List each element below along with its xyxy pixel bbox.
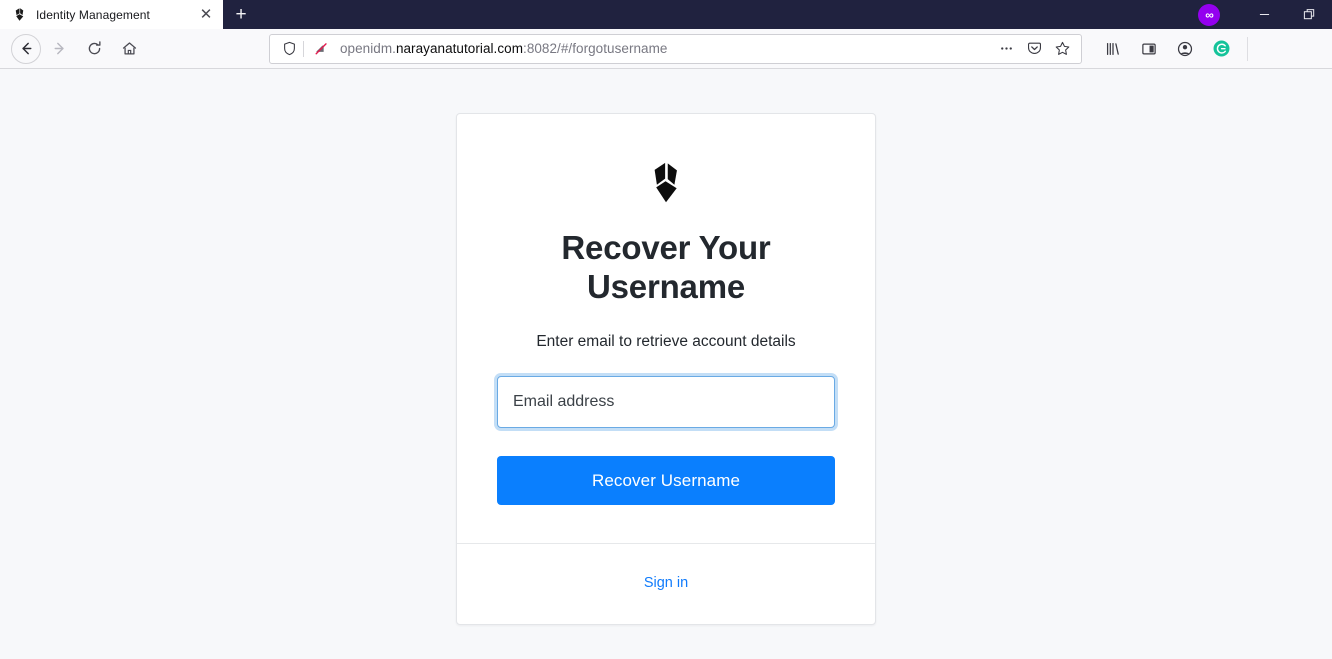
container-mask-icon[interactable]: ∞ [1198,3,1220,26]
address-bar-divider [303,40,304,57]
url-path: :8082/#/forgotusername [523,41,668,56]
permission-blocked-icon[interactable] [311,41,331,57]
forgerock-logo-icon [645,160,687,206]
new-tab-button[interactable]: + [223,0,259,29]
close-icon[interactable]: ✕ [197,6,215,24]
page-subtitle: Enter email to retrieve account details [536,333,796,350]
recover-username-card: Recover Your Username Enter email to ret… [456,113,876,625]
navigation-toolbar: openidm.narayanatutorial.com:8082/#/forg… [0,29,1332,69]
back-arrow-icon[interactable] [11,33,41,64]
url-host-prefix: openidm. [340,41,396,56]
address-bar[interactable]: openidm.narayanatutorial.com:8082/#/forg… [269,33,1082,64]
recover-username-button[interactable]: Recover Username [497,456,835,505]
email-input[interactable] [497,376,835,428]
address-bar-actions [993,36,1075,62]
email-field-wrapper [497,376,835,428]
tab-title: Identity Management [36,7,150,22]
tab-strip-spacer [259,0,1198,29]
reload-icon[interactable] [77,32,111,66]
forgerock-logo-icon [12,7,27,22]
forward-arrow-icon [42,32,76,66]
browser-window: Identity Management ✕ + ∞ openidm.naraya… [0,0,1332,659]
address-bar-url: openidm.narayanatutorial.com:8082/#/forg… [331,41,993,56]
star-icon[interactable] [1049,36,1075,62]
window-controls: ∞ [1198,0,1332,29]
restore-window-icon[interactable] [1287,0,1332,29]
card-footer: Sign in [457,543,875,624]
ellipsis-icon[interactable] [993,36,1019,62]
sign-in-link[interactable]: Sign in [644,575,688,591]
minimize-icon[interactable] [1242,0,1287,29]
library-icon[interactable] [1097,33,1129,65]
home-icon[interactable] [112,32,146,66]
page-title: Recover Your Username [561,229,771,305]
plus-icon: + [235,4,247,25]
page-viewport: Recover Your Username Enter email to ret… [0,69,1332,659]
card-body: Recover Your Username Enter email to ret… [457,114,875,543]
browser-toolbar-right [1091,33,1248,65]
sidebar-icon[interactable] [1133,33,1165,65]
browser-tab-identity-management[interactable]: Identity Management ✕ [0,0,223,29]
tab-strip: Identity Management ✕ + ∞ [0,0,1332,29]
url-host: narayanatutorial.com [395,41,524,56]
container-mask-glyph: ∞ [1205,7,1214,22]
grammarly-icon[interactable] [1205,33,1237,65]
tracking-protection-shield-icon[interactable] [278,41,300,56]
toolbar-edge-divider [1247,36,1248,61]
account-avatar-icon[interactable] [1169,33,1201,65]
pocket-icon[interactable] [1021,36,1047,62]
